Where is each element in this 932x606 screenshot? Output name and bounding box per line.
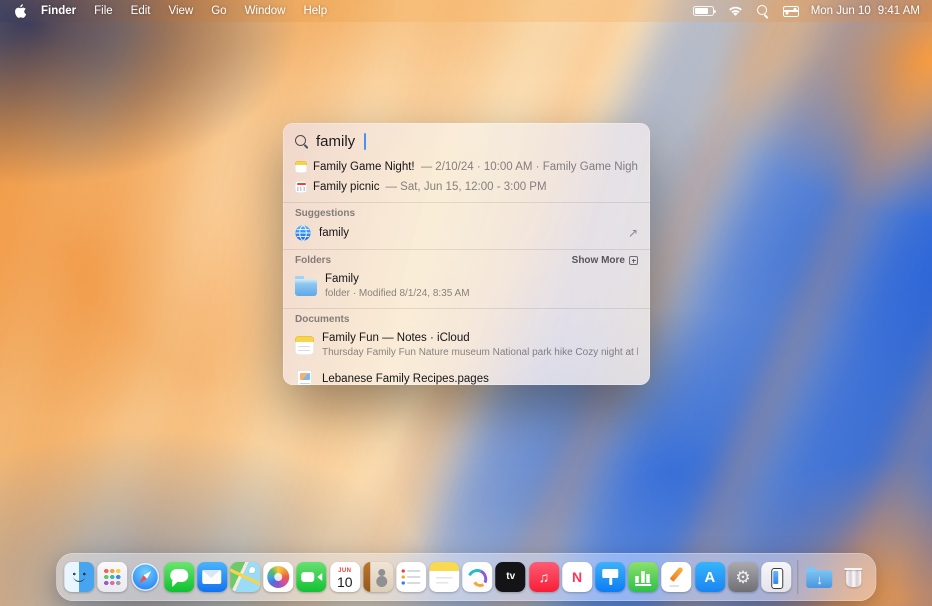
music-note-glyph: ♫: [539, 570, 550, 584]
menu-view[interactable]: View: [160, 0, 203, 22]
download-arrow-icon: ↓: [816, 573, 823, 586]
app-store-glyph: A: [704, 570, 715, 585]
menu-help[interactable]: Help: [294, 0, 336, 22]
document-result-family-fun[interactable]: Family Fun — Notes · iCloud Thursday Fam…: [283, 328, 650, 362]
gear-icon: ⚙: [735, 569, 750, 586]
dock-reminders-icon[interactable]: [396, 562, 426, 592]
dock-numbers-icon[interactable]: [628, 562, 658, 592]
result-family-picnic[interactable]: Family picnic — Sat, Jun 15, 12:00 - 3:0…: [283, 177, 650, 197]
suggestion-family[interactable]: family ↗: [283, 222, 650, 244]
menu-bar-status: Mon Jun 10 9:41 AM: [693, 5, 920, 17]
folders-header-label: Folders: [295, 255, 331, 266]
menu-bar-left: Finder File Edit View Go Window Help: [12, 0, 336, 22]
dock-tv-icon[interactable]: tv: [496, 562, 526, 592]
pages-doc-icon: [297, 370, 312, 385]
wifi-icon[interactable]: [728, 6, 743, 17]
dock-system-settings-icon[interactable]: ⚙: [728, 562, 758, 592]
dock-mail-icon[interactable]: [197, 562, 227, 592]
dock-launchpad-icon[interactable]: [97, 562, 127, 592]
result-detail: — 2/10/24 · 10:00 AM · Family Game Night…: [421, 161, 638, 173]
dock-contacts-icon[interactable]: [363, 562, 393, 592]
dock-music-icon[interactable]: ♫: [529, 562, 559, 592]
dock-freeform-icon[interactable]: [463, 562, 493, 592]
dock-trash-icon[interactable]: [838, 562, 868, 592]
control-center-icon[interactable]: [783, 6, 797, 17]
battery-icon[interactable]: [693, 6, 714, 16]
desktop: Finder File Edit View Go Window Help Mon…: [0, 0, 932, 606]
calendar-icon: [295, 181, 307, 193]
dock-finder-icon[interactable]: [64, 562, 94, 592]
show-more-icon: [629, 256, 638, 265]
menu-go[interactable]: Go: [202, 0, 235, 22]
menu-file[interactable]: File: [85, 0, 122, 22]
suggestion-label: family: [319, 227, 349, 239]
dock-maps-icon[interactable]: [230, 562, 260, 592]
folder-subtitle: folder · Modified 8/1/24, 8:35 AM: [325, 287, 470, 301]
spotlight-menu-icon[interactable]: [757, 5, 769, 17]
document-result-text: Lebanese Family Recipes.pages: [322, 372, 489, 385]
menu-window[interactable]: Window: [236, 0, 295, 22]
search-icon: [295, 135, 308, 148]
suggestions-header-label: Suggestions: [295, 208, 355, 219]
documents-header: Documents: [283, 309, 650, 328]
dock-news-icon[interactable]: N: [562, 562, 592, 592]
menu-edit[interactable]: Edit: [122, 0, 160, 22]
document-result-text: Family Fun — Notes · iCloud Thursday Fam…: [322, 331, 638, 359]
documents-header-label: Documents: [295, 314, 349, 325]
document-title: Family Fun — Notes · iCloud: [322, 331, 638, 346]
dock-photos-icon[interactable]: [263, 562, 293, 592]
menu-clock[interactable]: Mon Jun 10 9:41 AM: [811, 5, 920, 17]
calendar-month: JUN: [338, 568, 351, 574]
menu-app-name[interactable]: Finder: [32, 0, 85, 22]
dock-keynote-icon[interactable]: [595, 562, 625, 592]
dock-pages-icon[interactable]: [662, 562, 692, 592]
dock-downloads-icon[interactable]: ↓: [805, 562, 835, 592]
dock-safari-icon[interactable]: [131, 562, 161, 592]
folder-result-text: Family folder · Modified 8/1/24, 8:35 AM: [325, 272, 470, 300]
spotlight-search-row[interactable]: family: [283, 123, 650, 157]
folder-icon: [295, 279, 317, 296]
calendar-day: 10: [337, 575, 353, 589]
spotlight-window: family Family Game Night! — 2/10/24 · 10…: [283, 123, 650, 385]
notes-icon: [295, 161, 307, 173]
menu-bar: Finder File Edit View Go Window Help Mon…: [0, 0, 932, 22]
apple-menu[interactable]: [12, 4, 32, 18]
web-globe-icon: [295, 225, 311, 241]
open-arrow-icon[interactable]: ↗: [628, 226, 638, 240]
show-more-label: Show More: [572, 255, 625, 266]
dock-notes-icon[interactable]: [429, 562, 459, 592]
dock-app-store-icon[interactable]: A: [695, 562, 725, 592]
folders-header: Folders Show More: [283, 250, 650, 269]
show-more-button[interactable]: Show More: [572, 255, 638, 266]
dock-divider: [797, 560, 798, 594]
notes-doc-icon: [295, 336, 314, 355]
clock-date: Mon Jun 10: [811, 5, 871, 17]
clock-time: 9:41 AM: [878, 5, 920, 17]
text-caret: [364, 133, 366, 150]
result-family-game-night[interactable]: Family Game Night! — 2/10/24 · 10:00 AM …: [283, 157, 650, 177]
dock-messages-icon[interactable]: [164, 562, 194, 592]
document-result-lebanese-recipes[interactable]: Lebanese Family Recipes.pages: [283, 363, 650, 385]
dock-facetime-icon[interactable]: [297, 562, 327, 592]
dock: JUN 10 tv ♫ N A ⚙ ↓: [56, 553, 876, 601]
dock-iphone-mirroring-icon[interactable]: [761, 562, 791, 592]
folder-result-family[interactable]: Family folder · Modified 8/1/24, 8:35 AM: [283, 269, 650, 303]
suggestions-header: Suggestions: [283, 203, 650, 222]
apple-logo-icon: [14, 4, 26, 18]
folder-title: Family: [325, 272, 470, 287]
result-detail: — Sat, Jun 15, 12:00 - 3:00 PM: [385, 181, 546, 193]
news-glyph: N: [572, 570, 582, 584]
result-title: Family Game Night!: [313, 161, 415, 173]
tv-logo-text: tv: [506, 572, 515, 582]
document-subtitle: Thursday Family Fun Nature museum Nation…: [322, 346, 638, 360]
dock-calendar-icon[interactable]: JUN 10: [330, 562, 360, 592]
search-input[interactable]: family: [316, 133, 355, 150]
result-title: Family picnic: [313, 181, 379, 193]
document-title: Lebanese Family Recipes.pages: [322, 372, 489, 385]
